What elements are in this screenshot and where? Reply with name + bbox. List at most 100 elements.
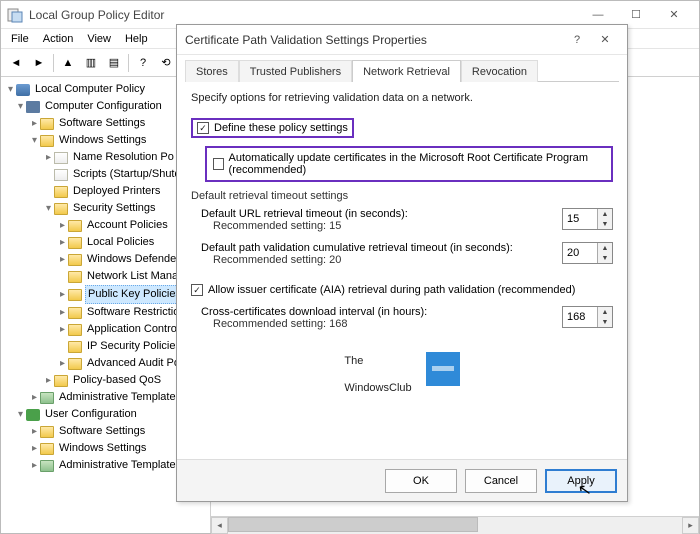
timeout-group-title: Default retrieval timeout settings [191, 190, 613, 202]
tree-software-restriction[interactable]: Software Restriction [85, 304, 187, 321]
properties-dialog: Certificate Path Validation Settings Pro… [176, 24, 628, 502]
dialog-tabs: Stores Trusted Publishers Network Retrie… [185, 59, 619, 82]
cross-cert-spinner[interactable]: ▲▼ [562, 306, 613, 328]
tree-name-resolution[interactable]: Name Resolution Po [71, 149, 176, 166]
printer-icon [54, 186, 68, 198]
define-settings-checkbox[interactable] [197, 122, 209, 134]
path-timeout-recommended: Recommended setting: 20 [201, 254, 562, 266]
close-button[interactable]: ✕ [655, 2, 693, 28]
cancel-button[interactable]: Cancel [465, 469, 537, 493]
menu-action[interactable]: Action [37, 31, 80, 47]
toolbar-back-icon[interactable]: ◄ [5, 52, 27, 74]
computer-icon [26, 101, 40, 113]
dialog-titlebar: Certificate Path Validation Settings Pro… [177, 25, 627, 55]
toolbar-export-icon[interactable]: ▤ [103, 52, 125, 74]
logo-text: The WindowsClub [344, 342, 411, 397]
tree-user-windows[interactable]: Windows Settings [57, 440, 148, 457]
logo-text-line1: The [344, 355, 363, 367]
folder-icon [40, 118, 54, 130]
dialog-help-icon[interactable]: ? [563, 28, 591, 52]
tree-deployed-printers[interactable]: Deployed Printers [71, 183, 162, 200]
template-icon [40, 392, 54, 404]
path-timeout-input[interactable] [563, 243, 597, 263]
scroll-track[interactable] [228, 517, 682, 534]
tree-network-list[interactable]: Network List Manag [85, 268, 186, 285]
define-settings-highlight: Define these policy settings [191, 118, 354, 138]
toolbar-separator [53, 54, 54, 72]
window-title: Local Group Policy Editor [29, 8, 579, 22]
tree-root[interactable]: Local Computer Policy [33, 81, 147, 98]
tab-trusted-publishers[interactable]: Trusted Publishers [239, 60, 352, 82]
tree-ip-security[interactable]: IP Security Policies [85, 338, 183, 355]
tree-user-admin-templates[interactable]: Administrative Templates [57, 457, 183, 474]
spinner-down-icon[interactable]: ▼ [598, 219, 612, 229]
url-timeout-spinner[interactable]: ▲▼ [562, 208, 613, 230]
tree-policy-qos[interactable]: Policy-based QoS [71, 372, 163, 389]
folder-icon [40, 135, 54, 147]
tree-account-policies[interactable]: Account Policies [85, 217, 170, 234]
folder-icon [68, 254, 82, 266]
folder-icon [68, 237, 82, 249]
tree-computer-config[interactable]: Computer Configuration [43, 98, 164, 115]
tab-stores[interactable]: Stores [185, 60, 239, 82]
auto-update-checkbox[interactable] [213, 158, 224, 170]
menu-view[interactable]: View [81, 31, 117, 47]
tab-revocation[interactable]: Revocation [461, 60, 538, 82]
tree-admin-templates[interactable]: Administrative Templates [57, 389, 183, 406]
tree-windows-defender[interactable]: Windows Defender [85, 251, 182, 268]
cross-cert-label: Cross-certificates download interval (in… [201, 306, 562, 318]
folder-icon [68, 220, 82, 232]
spinner-down-icon[interactable]: ▼ [598, 253, 612, 263]
cross-cert-input[interactable] [563, 307, 597, 327]
tree-scripts[interactable]: Scripts (Startup/Shutdo [71, 166, 189, 183]
auto-update-label: Automatically update certificates in the… [229, 152, 605, 176]
ok-button[interactable]: OK [385, 469, 457, 493]
tree-public-key-policies[interactable]: Public Key Policies [85, 285, 184, 304]
spinner-up-icon[interactable]: ▲ [598, 243, 612, 253]
toolbar-separator [128, 54, 129, 72]
toolbar-up-icon[interactable]: ▲ [57, 52, 79, 74]
app-icon [7, 7, 23, 23]
folder-icon [68, 358, 82, 370]
tree-local-policies[interactable]: Local Policies [85, 234, 156, 251]
define-settings-label: Define these policy settings [214, 122, 348, 134]
url-timeout-recommended: Recommended setting: 15 [201, 220, 562, 232]
tree-windows-settings[interactable]: Windows Settings [57, 132, 148, 149]
logo-text-line2: WindowsClub [344, 382, 411, 394]
path-timeout-label: Default path validation cumulative retri… [201, 242, 562, 254]
folder-icon [68, 324, 82, 336]
tree-advanced-audit[interactable]: Advanced Audit Po [85, 355, 182, 372]
user-icon [26, 409, 40, 421]
spinner-up-icon[interactable]: ▲ [598, 307, 612, 317]
tree-security-settings[interactable]: Security Settings [71, 200, 158, 217]
spinner-up-icon[interactable]: ▲ [598, 209, 612, 219]
aia-checkbox[interactable] [191, 284, 203, 296]
menu-help[interactable]: Help [119, 31, 154, 47]
tree-software-settings[interactable]: Software Settings [57, 115, 147, 132]
apply-button[interactable]: Apply [545, 469, 617, 493]
scroll-thumb[interactable] [228, 517, 478, 532]
cross-cert-recommended: Recommended setting: 168 [201, 318, 562, 330]
spinner-down-icon[interactable]: ▼ [598, 317, 612, 327]
toolbar-refresh-icon[interactable]: ⟲ [155, 52, 177, 74]
toolbar-forward-icon[interactable]: ► [28, 52, 50, 74]
tab-network-retrieval[interactable]: Network Retrieval [352, 60, 461, 82]
folder-icon [68, 289, 82, 301]
menu-file[interactable]: File [5, 31, 35, 47]
dialog-close-icon[interactable]: ✕ [591, 28, 619, 52]
toolbar-help-icon[interactable]: ? [132, 52, 154, 74]
tree-user-config[interactable]: User Configuration [43, 406, 139, 423]
windows-flag-icon [426, 352, 460, 386]
folder-icon [68, 307, 82, 319]
watermark-logo: The WindowsClub [191, 342, 613, 397]
scroll-right-icon[interactable]: ▸ [682, 517, 699, 534]
horizontal-scrollbar[interactable]: ◂ ▸ [211, 516, 699, 533]
url-timeout-label: Default URL retrieval timeout (in second… [201, 208, 562, 220]
aia-label: Allow issuer certificate (AIA) retrieval… [208, 284, 575, 296]
path-timeout-spinner[interactable]: ▲▼ [562, 242, 613, 264]
scroll-left-icon[interactable]: ◂ [211, 517, 228, 534]
url-timeout-input[interactable] [563, 209, 597, 229]
toolbar-details-icon[interactable]: ▥ [80, 52, 102, 74]
tree-application-control[interactable]: Application Control [85, 321, 181, 338]
tree-user-software[interactable]: Software Settings [57, 423, 147, 440]
